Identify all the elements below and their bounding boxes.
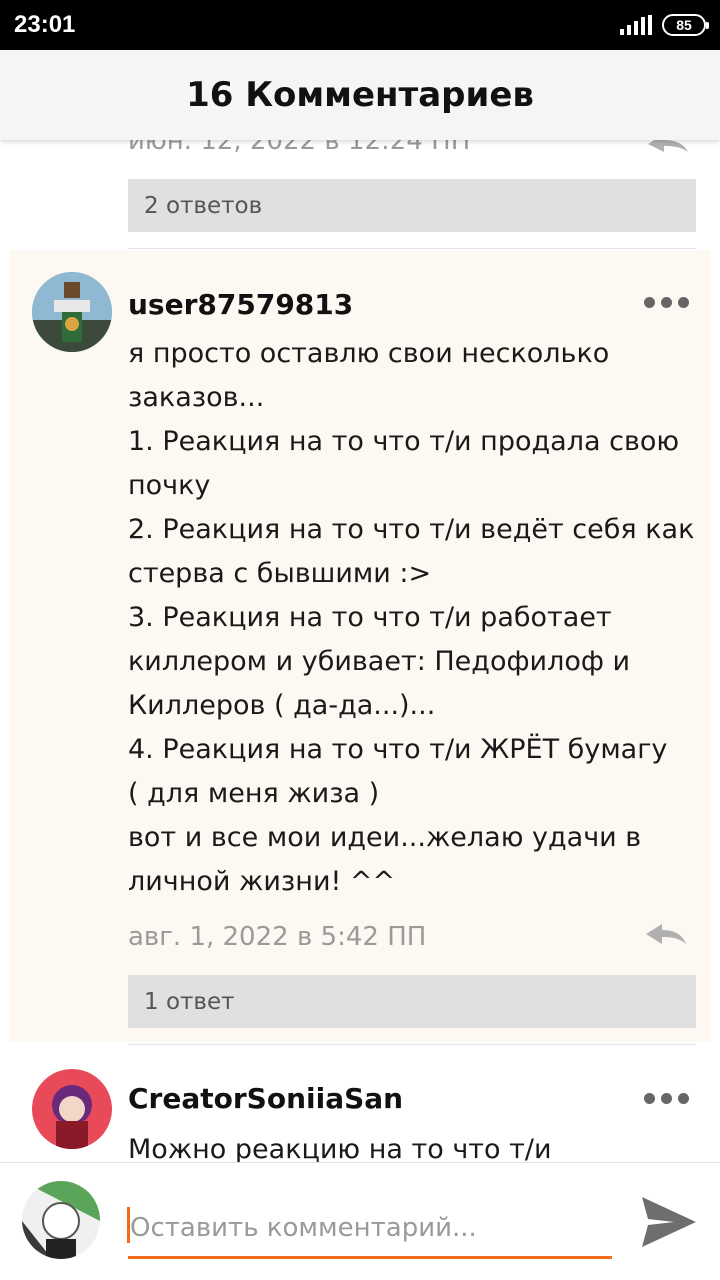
more-options-icon[interactable] bbox=[644, 297, 689, 308]
reply-icon[interactable] bbox=[644, 922, 688, 950]
battery-icon: 85 bbox=[662, 14, 709, 36]
username[interactable]: user87579813 bbox=[128, 288, 353, 321]
comment-text: я просто оставлю свои несколько заказов.… bbox=[128, 332, 695, 904]
replies-count: 2 ответов bbox=[144, 192, 263, 219]
comment-line: 4. Реакция на то что т/и ЖРЁТ бумагу bbox=[128, 734, 668, 765]
divider bbox=[128, 1044, 696, 1045]
comment-line: 3. Реакция на то что т/и работает bbox=[128, 602, 612, 633]
comment-line: почку bbox=[128, 470, 211, 501]
replies-button[interactable]: 2 ответов bbox=[128, 179, 696, 232]
send-button[interactable] bbox=[638, 1191, 700, 1253]
comment-input[interactable] bbox=[128, 1199, 612, 1259]
status-indicators: 85 bbox=[620, 14, 709, 36]
comment-line: вот и все мои идеи...желаю удачи в bbox=[128, 822, 642, 853]
comment-line: 1. Реакция на то что т/и продала свою bbox=[128, 426, 680, 457]
avatar[interactable] bbox=[32, 272, 112, 352]
replies-button[interactable]: 1 ответ bbox=[128, 975, 696, 1028]
comment-line: личной жизни! ^^ bbox=[128, 866, 396, 897]
divider bbox=[128, 248, 696, 249]
comments-list[interactable]: июн. 12, 2022 в 12:24 ПП 2 ответов user8… bbox=[0, 140, 720, 1162]
comment-line: Киллеров ( да-да...)... bbox=[128, 690, 436, 721]
comment-line: 2. Реакция на то что т/и ведёт себя как bbox=[128, 514, 695, 545]
username[interactable]: CreatorSoniiaSan bbox=[128, 1082, 403, 1115]
comment-text: Можно реакцию на то что т/и bbox=[128, 1128, 688, 1162]
comment-line: киллером и убивает: Педофилоф и bbox=[128, 646, 631, 677]
status-time: 23:01 bbox=[14, 11, 76, 38]
send-icon bbox=[642, 1197, 696, 1247]
comments-header: 16 Комментариев bbox=[0, 50, 720, 140]
avatar[interactable] bbox=[22, 1181, 100, 1259]
comment-date: авг. 1, 2022 в 5:42 ПП bbox=[128, 922, 427, 952]
page-title: 16 Комментариев bbox=[186, 75, 534, 115]
comment-line: ( для меня жиза ) bbox=[128, 778, 380, 809]
signal-icon bbox=[620, 15, 652, 35]
comment-date: июн. 12, 2022 в 12:24 ПП bbox=[128, 140, 471, 156]
replies-count: 1 ответ bbox=[144, 988, 235, 1015]
reply-icon[interactable] bbox=[646, 140, 690, 158]
comment-line: Можно реакцию на то что т/и bbox=[128, 1134, 552, 1162]
more-options-icon[interactable] bbox=[644, 1093, 689, 1104]
avatar[interactable] bbox=[32, 1069, 112, 1149]
status-bar: 23:01 85 bbox=[0, 0, 720, 50]
comment-line: заказов... bbox=[128, 382, 265, 413]
battery-level: 85 bbox=[676, 17, 692, 33]
comment-line: я просто оставлю свои несколько bbox=[128, 338, 610, 369]
comment-line: стерва с бывшими :> bbox=[128, 558, 432, 589]
comment-composer bbox=[0, 1162, 720, 1280]
text-caret bbox=[127, 1207, 130, 1243]
